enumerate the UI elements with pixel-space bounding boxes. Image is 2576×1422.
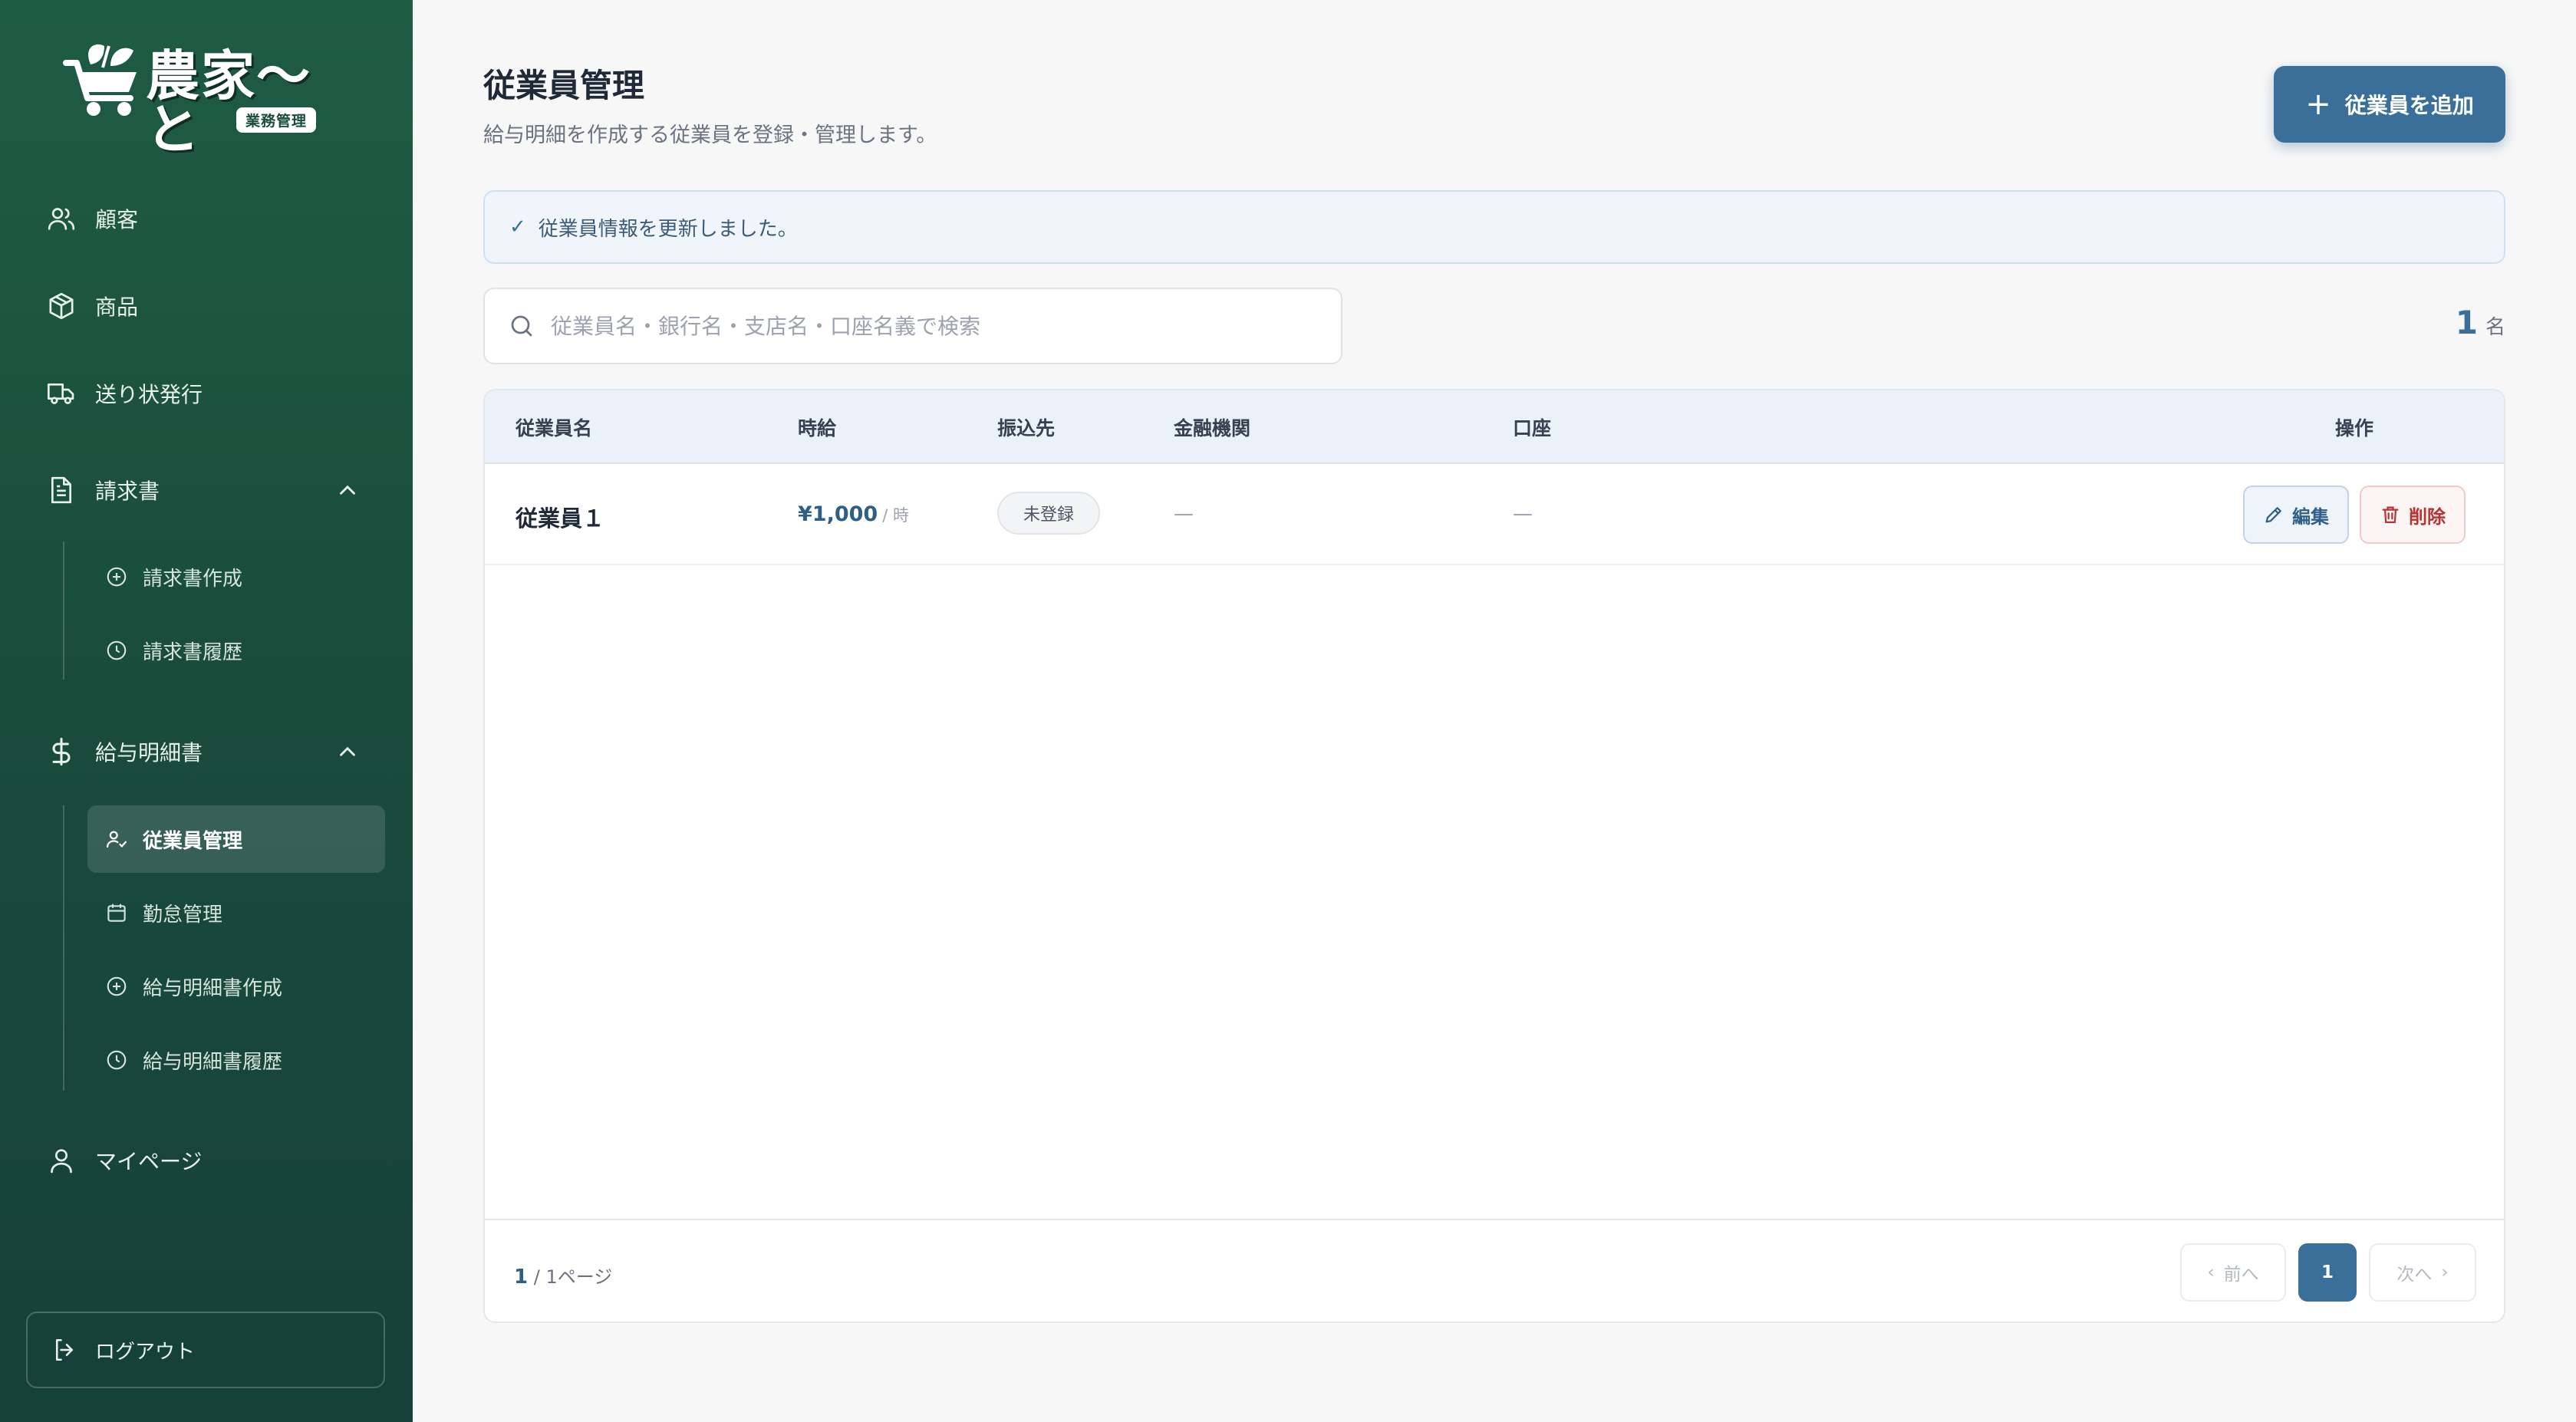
column-header-transfer: 振込先 xyxy=(997,417,1056,439)
employee-count-value: 1 xyxy=(2455,304,2478,341)
employee-name: 従業員１ xyxy=(516,505,605,532)
search-icon xyxy=(511,315,532,337)
table-header: 従業員名 時給 振込先 金融機関 口座 操作 xyxy=(485,390,2504,464)
calendar-icon xyxy=(104,900,129,925)
add-employee-label: 従業員を追加 xyxy=(2344,93,2474,118)
logout-button[interactable]: ログアウト xyxy=(26,1312,385,1388)
plus-icon: + xyxy=(2305,87,2331,122)
package-icon xyxy=(46,291,77,321)
alert-message: 従業員情報を更新しました。 xyxy=(538,217,798,241)
search-input[interactable] xyxy=(551,313,1303,339)
user-icon xyxy=(46,1145,77,1176)
next-page-label: 次へ xyxy=(2396,1265,2433,1285)
current-page-number: 1 xyxy=(514,1266,529,1289)
sidebar-item-invoice-create[interactable]: 請求書作成 xyxy=(87,543,385,611)
clock-icon xyxy=(104,1048,129,1072)
column-header-name: 従業員名 xyxy=(516,417,593,439)
add-employee-button[interactable]: + 従業員を追加 xyxy=(2274,66,2505,143)
sidebar-item-payslip-history[interactable]: 給与明細書履歴 xyxy=(87,1026,385,1094)
page-subtitle: 給与明細を作成する従業員を登録・管理します。 xyxy=(483,123,937,147)
sidebar-item-label: 給与明細書履歴 xyxy=(143,1050,283,1074)
user-check-icon xyxy=(104,827,129,851)
bank-value: — xyxy=(1174,502,1194,525)
sidebar-item-invoices[interactable]: 請求書 xyxy=(46,471,160,509)
sidebar-item-label: 請求書履歴 xyxy=(143,640,243,664)
success-alert: ✓ 従業員情報を更新しました。 xyxy=(483,190,2505,264)
clock-icon xyxy=(104,638,129,663)
brand-name: 農家〜と xyxy=(146,44,311,161)
sidebar-item-products[interactable]: 商品 xyxy=(46,287,138,325)
sidebar-item-label: 送り状発行 xyxy=(95,382,203,407)
chevron-right-icon: › xyxy=(2441,1262,2449,1282)
page-button-1[interactable]: 1 xyxy=(2298,1243,2357,1302)
sidebar-item-label: 給与明細書 xyxy=(95,740,203,765)
hourly-wage-unit: / 時 xyxy=(882,506,909,525)
submenu-divider xyxy=(63,541,64,680)
column-header-actions: 操作 xyxy=(2335,417,2374,439)
file-text-icon xyxy=(46,475,77,505)
sidebar-item-label: 従業員管理 xyxy=(143,829,243,853)
cart-leaf-icon xyxy=(63,44,137,116)
sidebar-item-label: 勤怠管理 xyxy=(143,903,223,927)
sidebar-item-attendance[interactable]: 勤怠管理 xyxy=(87,879,385,946)
sidebar-item-invoice-history[interactable]: 請求書履歴 xyxy=(87,617,385,684)
sidebar-item-customers[interactable]: 顧客 xyxy=(46,199,138,238)
search-box[interactable] xyxy=(483,288,1342,364)
edit-label: 編集 xyxy=(2292,505,2329,528)
pencil-icon xyxy=(2265,507,2281,523)
chevron-up-icon[interactable] xyxy=(334,477,361,503)
sidebar-item-payroll[interactable]: 給与明細書 xyxy=(46,732,203,771)
plus-circle-icon xyxy=(104,565,129,589)
table-row: 従業員１ ¥1,000/ 時 未登録 — — 編集 削除 xyxy=(485,464,2504,565)
sidebar-item-label: 顧客 xyxy=(95,207,139,232)
submenu-divider xyxy=(63,805,64,1091)
sidebar-item-label: 請求書作成 xyxy=(143,567,243,591)
trash-icon xyxy=(2382,506,2399,524)
chevron-up-icon[interactable] xyxy=(334,739,361,765)
hourly-wage: ¥1,000/ 時 xyxy=(798,502,909,526)
delete-button[interactable]: 削除 xyxy=(2360,486,2466,544)
next-page-button[interactable]: 次へ › xyxy=(2369,1243,2476,1302)
account-value: — xyxy=(1513,502,1533,525)
column-header-wage: 時給 xyxy=(798,417,837,439)
prev-page-button[interactable]: ‹ 前へ xyxy=(2180,1243,2286,1302)
sidebar-item-shipping-labels[interactable]: 送り状発行 xyxy=(46,374,203,413)
chevron-left-icon: ‹ xyxy=(2207,1262,2215,1282)
hourly-wage-value: ¥1,000 xyxy=(798,502,878,526)
page-info: 1 / 1ページ xyxy=(514,1262,612,1289)
sidebar-item-label: 商品 xyxy=(95,295,139,320)
sidebar-item-label: 請求書 xyxy=(95,479,160,504)
truck-icon xyxy=(46,378,77,409)
column-header-bank: 金融機関 xyxy=(1174,417,1251,439)
edit-button[interactable]: 編集 xyxy=(2243,486,2349,544)
sidebar: 農家〜と 業務管理 顧客 商品 送り状発行 請求書 請求書作成 請求書履歴 給与… xyxy=(0,0,413,1422)
logout-label: ログアウト xyxy=(95,1340,196,1364)
brand-subtitle: 業務管理 xyxy=(236,107,317,133)
sidebar-item-mypage[interactable]: マイページ xyxy=(46,1141,202,1180)
logout-icon xyxy=(55,1338,74,1361)
transfer-status-badge: 未登録 xyxy=(997,492,1101,535)
column-header-account: 口座 xyxy=(1513,417,1552,439)
employee-count-unit: 名 xyxy=(2485,316,2505,339)
sidebar-item-label: 給与明細書作成 xyxy=(143,976,283,1000)
brand-logo[interactable]: 農家〜と 業務管理 xyxy=(60,41,328,156)
dollar-icon xyxy=(46,736,77,767)
employee-count: 1 名 xyxy=(2456,304,2505,341)
sidebar-item-label: マイページ xyxy=(95,1149,203,1174)
employee-table: 従業員名 時給 振込先 金融機関 口座 操作 従業員１ ¥1,000/ 時 未登… xyxy=(483,389,2505,1323)
sidebar-item-payslip-create[interactable]: 給与明細書作成 xyxy=(87,953,385,1020)
check-icon: ✓ xyxy=(509,216,526,239)
sidebar-item-employees[interactable]: 従業員管理 xyxy=(87,805,385,873)
total-pages-label: / 1ページ xyxy=(533,1266,613,1288)
plus-circle-icon xyxy=(104,974,129,999)
page-title: 従業員管理 xyxy=(483,67,645,104)
users-icon xyxy=(46,203,77,234)
table-footer: 1 / 1ページ ‹ 前へ 1 次へ › xyxy=(485,1219,2504,1322)
prev-page-label: 前へ xyxy=(2223,1265,2259,1285)
delete-label: 削除 xyxy=(2409,505,2446,528)
